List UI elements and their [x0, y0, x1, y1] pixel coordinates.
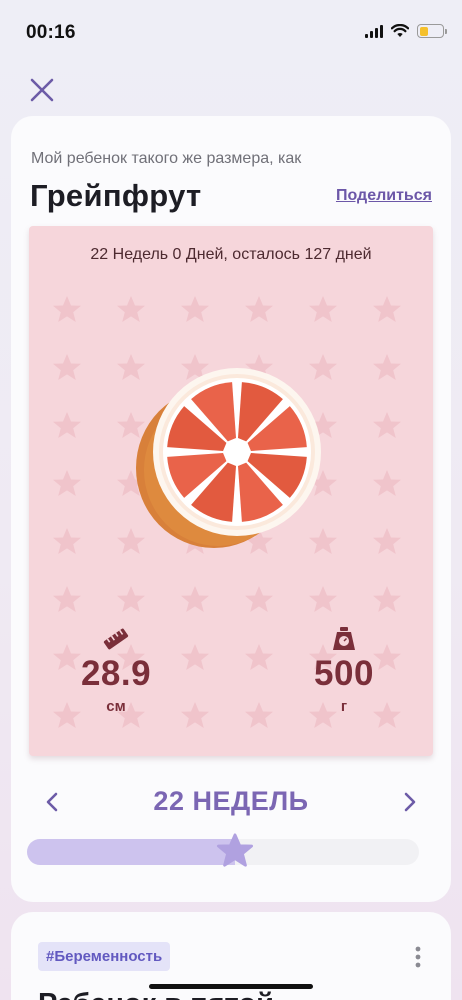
home-indicator	[149, 984, 313, 989]
background-star	[117, 296, 145, 322]
background-star	[53, 354, 81, 380]
background-star	[373, 470, 401, 496]
background-star	[373, 354, 401, 380]
background-star	[245, 644, 273, 670]
background-star	[373, 296, 401, 322]
weight-metric: 500 г	[274, 626, 414, 715]
length-value: 28.9	[80, 654, 152, 693]
background-star	[53, 470, 81, 496]
background-star	[373, 528, 401, 554]
article-title: Ребенок в пятой	[38, 988, 274, 1000]
background-star	[309, 296, 337, 322]
size-comparison-card: Мой ребенок такого же размера, как Грейп…	[11, 116, 451, 902]
weight-value: 500	[314, 654, 374, 693]
background-star	[181, 586, 209, 612]
chevron-right-icon[interactable]	[397, 790, 421, 814]
status-time: 00:16	[26, 22, 76, 43]
background-star	[53, 586, 81, 612]
week-label: 22 НЕДЕЛЬ	[153, 786, 309, 816]
background-star	[245, 702, 273, 728]
progress-star-handle[interactable]	[216, 833, 254, 869]
pregnancy-week-info: 22 Недель 0 Дней, осталось 127 дней	[90, 246, 372, 263]
background-star	[53, 412, 81, 438]
weight-unit: г	[340, 698, 348, 715]
background-star	[309, 586, 337, 612]
scale-icon	[333, 627, 355, 650]
close-icon[interactable]	[28, 76, 56, 104]
pregnancy-tag[interactable]: #Беременность	[38, 942, 171, 971]
length-metric: 28.9 см	[46, 626, 186, 715]
background-star	[53, 296, 81, 322]
week-progress-slider[interactable]	[27, 833, 419, 867]
background-star	[245, 296, 273, 322]
status-icons	[365, 24, 447, 38]
size-subtitle: Мой ребенок такого же размера, как	[31, 150, 302, 167]
background-star	[117, 586, 145, 612]
battery-icon	[417, 24, 447, 38]
length-unit: см	[106, 698, 126, 715]
share-link[interactable]: Поделиться	[336, 187, 432, 205]
progress-fill	[27, 839, 235, 865]
ruler-icon	[103, 628, 129, 650]
more-vertical-icon[interactable]	[413, 946, 423, 968]
grapefruit-illustration	[136, 368, 321, 548]
fruit-name: Грейпфрут	[30, 178, 202, 213]
week-navigation: 22 НЕДЕЛЬ	[11, 782, 451, 822]
cellular-signal-icon	[365, 24, 383, 38]
background-star	[373, 586, 401, 612]
wifi-icon	[391, 24, 409, 37]
background-star	[245, 586, 273, 612]
fruit-panel: 22 Недель 0 Дней, осталось 127 дней 28.9…	[29, 226, 433, 756]
background-star	[53, 528, 81, 554]
background-star	[181, 296, 209, 322]
background-star	[373, 412, 401, 438]
status-bar: 00:16	[0, 0, 462, 56]
